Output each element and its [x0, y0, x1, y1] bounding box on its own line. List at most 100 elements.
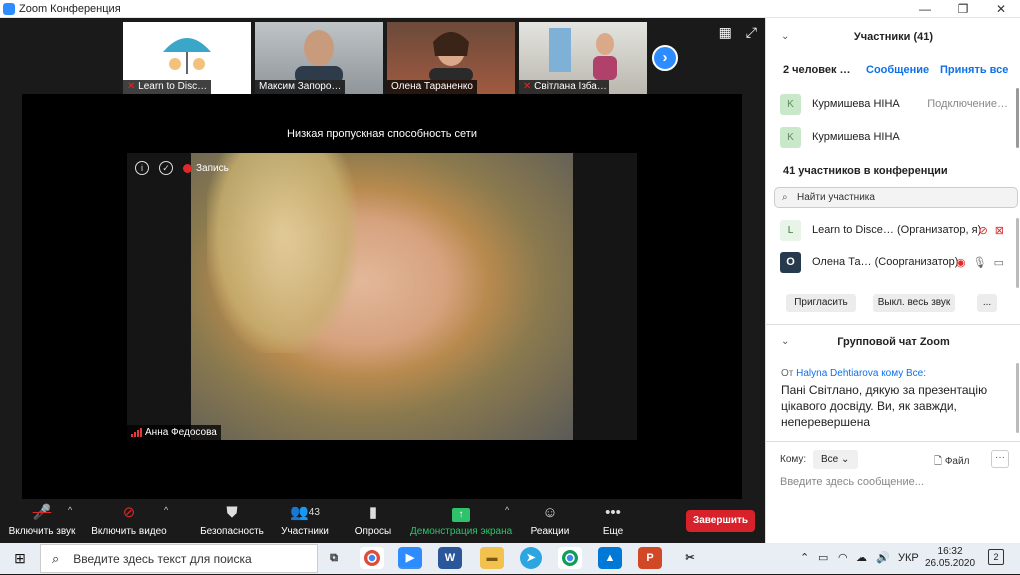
more-options-button[interactable]: ... — [977, 294, 997, 312]
microphone-muted-icon: 🎤 — [32, 504, 52, 521]
search-icon: ⌕ — [52, 550, 60, 566]
battery-icon[interactable]: ▭ — [818, 543, 828, 574]
title-bar: Zoom Конференция — ❐ ✕ — [0, 0, 1020, 18]
cloud-icon[interactable]: ☁ — [856, 543, 867, 574]
notifications-icon[interactable]: 2 — [988, 549, 1004, 565]
telegram-icon[interactable]: ➤ — [520, 547, 542, 569]
scrollbar[interactable] — [1016, 363, 1019, 433]
mute-all-button[interactable]: Выкл. весь звук — [873, 294, 955, 312]
speaker-name: Анна Федосова — [145, 427, 217, 438]
camera-off-icon: ⊘ — [122, 504, 136, 521]
clock[interactable]: 16:32 26.05.2020 — [925, 546, 975, 570]
chrome-icon[interactable] — [360, 547, 384, 569]
thumbnail-video[interactable]: ✕ Світлана Ізба… — [519, 22, 647, 94]
speaker-image-detail — [207, 153, 357, 353]
record-dot-icon — [183, 163, 192, 173]
audio-options-caret-icon[interactable]: ^ — [68, 505, 72, 515]
file-explorer-icon[interactable]: ▬ — [480, 547, 504, 569]
share-arrow-icon: ↑ — [410, 503, 512, 523]
reactions-button[interactable]: ☺ Реакции — [527, 503, 573, 537]
participants-count: 43 — [308, 507, 320, 518]
more-button[interactable]: ••• Еще — [596, 503, 630, 537]
window-title: Zoom Конференция — [19, 2, 121, 15]
participant-name: Курмишева НІНА — [812, 98, 900, 110]
chat-more-button[interactable]: ··· — [991, 450, 1009, 468]
next-page-button[interactable]: › — [652, 45, 678, 71]
signal-bars-icon — [131, 428, 142, 437]
start-video-button[interactable]: ⊘ Включить видео — [90, 503, 168, 537]
fullscreen-icon[interactable]: ⤢ — [746, 24, 757, 41]
active-speaker-stage: Низкая пропускная способность сети i ✓ З… — [22, 94, 742, 499]
taskbar-search-input[interactable]: ⌕ Введите здесь текст для поиска — [40, 544, 318, 573]
scrollbar[interactable] — [1016, 218, 1019, 288]
file-button[interactable]: 🗋 Файл — [934, 454, 969, 471]
participant-row[interactable]: О Олена Та… (Соорганизатор) ◉ 🎙 ▭ — [780, 251, 1012, 273]
thumbnail-name: Максим Запоро… — [255, 80, 345, 94]
close-button[interactable]: ✕ — [982, 0, 1020, 18]
word-icon[interactable]: W — [438, 547, 462, 569]
polls-button[interactable]: ▮ Опросы — [350, 503, 396, 537]
thumbnail-video[interactable]: ✕ Learn to Disc… — [123, 22, 251, 94]
camera-icon[interactable]: ▭ — [994, 256, 1004, 269]
share-screen-button[interactable]: ↑ Демонстрация экрана — [410, 503, 512, 537]
invite-button[interactable]: Пригласить — [786, 294, 856, 312]
maximize-button[interactable]: ❐ — [944, 0, 982, 18]
waiting-participant[interactable]: K Курмишева НІНА Подключение… — [780, 93, 1012, 115]
avatar: О — [780, 251, 801, 273]
shield-icon[interactable]: ✓ — [159, 161, 173, 175]
security-label: Безопасность — [200, 526, 264, 537]
volume-icon[interactable]: 🔊 — [876, 543, 890, 574]
avatar: K — [780, 126, 801, 148]
share-options-caret-icon[interactable]: ^ — [505, 505, 509, 515]
thumbnail-video[interactable]: Олена Тараненко — [387, 22, 515, 94]
thumbnail-video[interactable]: Максим Запоро… — [255, 22, 383, 94]
task-view-icon[interactable]: ⧉ — [322, 547, 346, 569]
microphone-icon[interactable]: 🎙 — [973, 256, 987, 269]
grid-view-icon[interactable]: ▦ — [719, 24, 732, 41]
info-icon[interactable]: i — [135, 161, 149, 175]
tray-chevron-icon[interactable]: ⌃ — [800, 543, 809, 574]
windows-start-icon[interactable]: ⊞ — [0, 543, 40, 574]
active-speaker-video[interactable]: i ✓ Запись Анна Федосова — [127, 153, 637, 440]
thumbnail-name: ✕ Світлана Ізба… — [519, 80, 609, 94]
recording-indicator: Запись — [183, 163, 229, 174]
chrome-icon[interactable] — [558, 547, 582, 569]
waiting-participant[interactable]: K Курмишева НІНА — [780, 126, 1012, 148]
unmute-button[interactable]: 🎤 Включить звук — [8, 503, 76, 537]
microphone-muted-icon[interactable]: ⊘ — [979, 224, 988, 237]
chat-recipient-value: Все — [821, 454, 839, 465]
language-indicator[interactable]: УКР — [898, 543, 919, 574]
minimize-button[interactable]: — — [906, 0, 944, 18]
camera-off-icon[interactable]: ⊠ — [995, 224, 1004, 237]
participant-status: Подключение… — [927, 98, 1008, 110]
record-icon: ◉ — [956, 256, 966, 269]
scrollbar[interactable] — [1016, 88, 1019, 148]
photos-icon[interactable]: ▲ — [598, 547, 622, 569]
chat-recipient-select[interactable]: Все ⌄ — [813, 450, 858, 469]
participant-search-input[interactable]: ⌕ Найти участника — [774, 187, 1018, 208]
chat-sender[interactable]: Halyna Dehtiarova — [796, 368, 878, 379]
message-waiting-link[interactable]: Сообщение — [866, 64, 929, 76]
umbrella-logo-icon — [163, 38, 211, 74]
end-meeting-button[interactable]: Завершить — [686, 510, 755, 532]
video-options-caret-icon[interactable]: ^ — [164, 505, 168, 515]
speaker-name-tag: Анна Федосова — [127, 425, 221, 440]
security-button[interactable]: ⛊ Безопасность — [200, 503, 264, 537]
zoom-app-icon[interactable]: ▶ — [398, 547, 422, 569]
thumbnail-name: Олена Тараненко — [387, 80, 477, 94]
taskbar-search-placeholder: Введите здесь текст для поиска — [73, 551, 252, 566]
ellipsis-icon: ••• — [605, 504, 621, 521]
share-screen-label: Демонстрация экрана — [410, 526, 513, 537]
participants-button[interactable]: 👥43 Участники — [280, 503, 330, 537]
person-silhouette-icon — [295, 30, 343, 84]
snipping-tool-icon[interactable]: ✂ — [678, 547, 702, 569]
admit-all-link[interactable]: Принять все — [940, 64, 1008, 76]
participant-row[interactable]: L Learn to Disce… (Организатор, я) ⊘ ⊠ — [780, 219, 1012, 241]
chat-recipient: кому Все: — [881, 368, 927, 379]
smiley-icon: ☺ — [542, 504, 558, 521]
powerpoint-icon[interactable]: P — [638, 547, 662, 569]
participant-name: Курмишева НІНА — [812, 131, 900, 143]
chat-message-input[interactable]: Введите здесь сообщение... — [780, 476, 924, 488]
clock-time: 16:32 — [937, 546, 963, 557]
wifi-icon[interactable]: ◠ — [838, 543, 848, 574]
